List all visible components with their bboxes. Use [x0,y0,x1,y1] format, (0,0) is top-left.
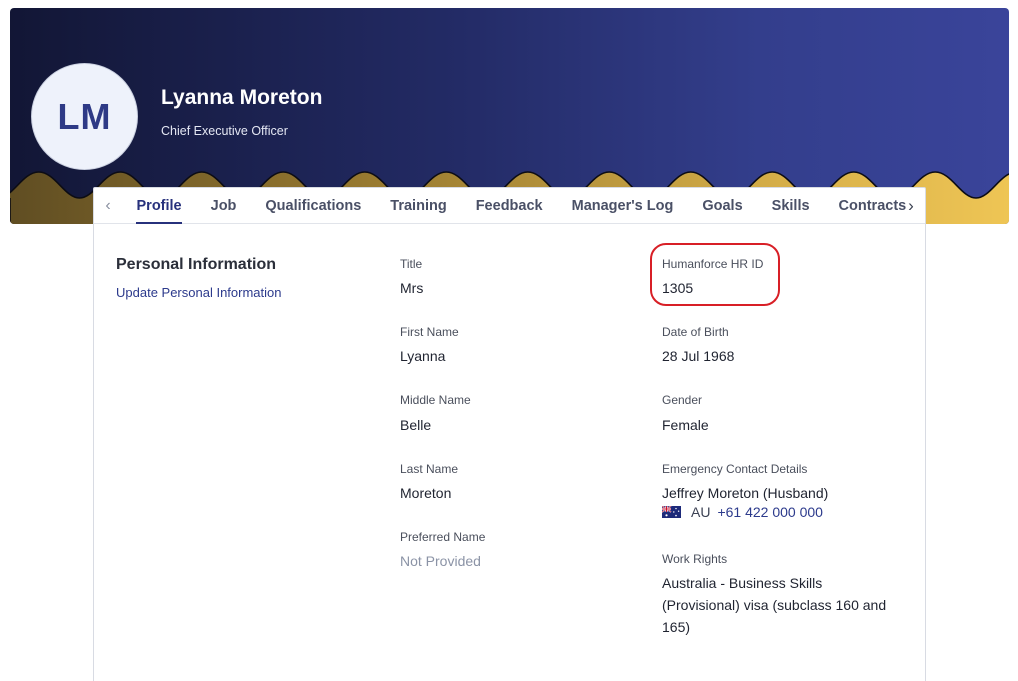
tab-training[interactable]: Training [376,188,461,223]
tab-list: Profile Job Qualifications Training Feedback… [122,188,921,224]
work-rights-line-1: Australia - Business Skills [662,575,823,591]
first-name-label: First Name [400,325,459,339]
work-rights-line-2: (Provisional) visa (subclass 160 and [662,597,887,613]
tab-skills[interactable]: Skills [757,188,824,223]
phone-link[interactable]: +61 422 000 000 [717,504,823,520]
chevron-left-icon[interactable]: ‹ [94,188,122,223]
tab-goals[interactable]: Goals [688,188,757,223]
australia-flag-icon [662,506,681,518]
dob-label: Date of Birth [662,325,729,339]
emergency-contact-label: Emergency Contact Details [662,462,808,476]
middle-name-value: Belle [400,417,432,433]
avatar: LM [31,63,138,170]
gender-value: Female [662,417,709,433]
section-title: Personal Information [116,256,277,273]
gender-label: Gender [662,393,703,407]
preferred-name-label: Preferred Name [400,530,486,544]
tab-profile[interactable]: Profile [122,188,196,224]
profile-card: ‹ Profile Job Qualifications Training Feedba… [93,187,926,681]
last-name-value: Moreton [400,485,452,501]
hr-id-value: 1305 [662,280,694,296]
tab-job[interactable]: Job [196,188,251,223]
middle-name-label: Middle Name [400,393,471,407]
title-value: Mrs [400,280,424,296]
tab-feedback[interactable]: Feedback [461,188,557,223]
title-label: Title [400,257,423,271]
first-name-value: Lyanna [400,348,446,364]
emergency-phone-row: AU +61 422 000 000 [662,504,823,520]
employee-name: Lyanna Moreton [161,86,323,109]
tab-bar: ‹ Profile Job Qualifications Training Feedba… [94,188,925,224]
emergency-contact-value: Jeffrey Moreton (Husband) [662,485,829,501]
preferred-name-value: Not Provided [400,553,481,569]
employee-role: Chief Executive Officer [161,124,288,138]
hr-id-label: Humanforce HR ID [662,257,764,271]
last-name-label: Last Name [400,462,459,476]
country-code: AU [691,504,711,520]
work-rights-label: Work Rights [662,552,728,566]
update-personal-info-link[interactable]: Update Personal Information [116,285,281,300]
chevron-right-icon[interactable]: › [897,188,925,224]
work-rights-line-3: 165) [662,619,691,635]
tab-manager-s-log[interactable]: Manager's Log [557,188,688,223]
dob-value: 28 Jul 1968 [662,348,735,364]
tab-qualifications[interactable]: Qualifications [251,188,376,223]
